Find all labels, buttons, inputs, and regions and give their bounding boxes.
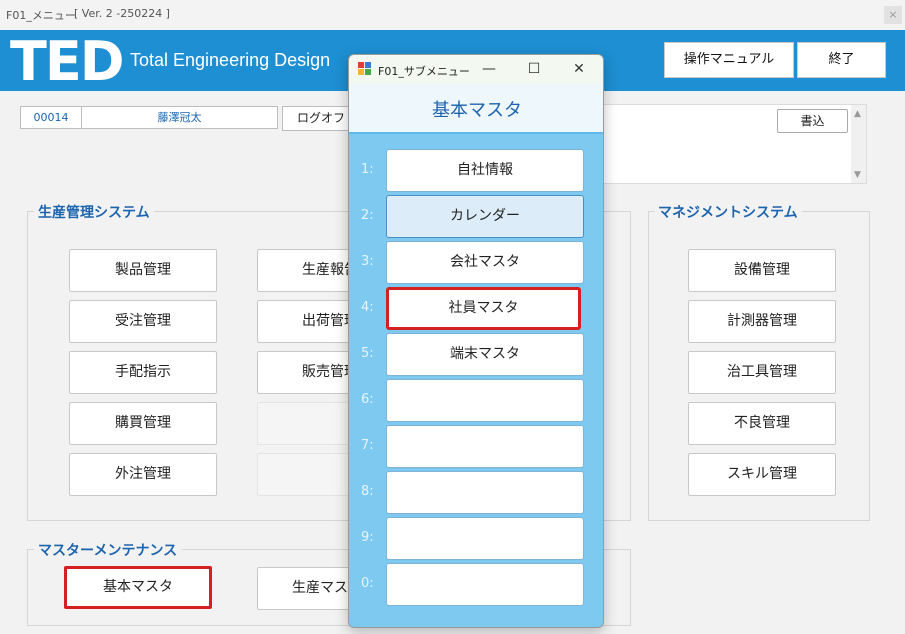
row-number: 0: bbox=[361, 576, 374, 591]
submenu-titlebar: F01_サブメニュー — ☐ ✕ bbox=[349, 55, 603, 84]
minimize-icon[interactable]: — bbox=[479, 59, 499, 79]
row-number: 5: bbox=[361, 346, 374, 361]
row-number: 1: bbox=[361, 162, 374, 177]
row-number: 9: bbox=[361, 530, 374, 545]
submenu-item-empty[interactable] bbox=[386, 517, 584, 560]
row-number: 2: bbox=[361, 208, 374, 223]
purchase-management-button[interactable]: 購買管理 bbox=[69, 402, 217, 445]
window-title: F01_メニュー bbox=[6, 9, 76, 22]
row-number: 3: bbox=[361, 254, 374, 269]
app-icon bbox=[358, 62, 372, 76]
production-group-title: 生産管理システム bbox=[34, 202, 154, 222]
submenu-item-empty[interactable] bbox=[386, 425, 584, 468]
skill-management-button[interactable]: スキル管理 bbox=[688, 453, 836, 496]
maintenance-group-title: マスターメンテナンス bbox=[34, 540, 182, 560]
submenu-item-company-master[interactable]: 会社マスタ bbox=[386, 241, 584, 284]
window-titlebar: F01_メニュー [ Ver. 2 -250224 ] × bbox=[0, 0, 905, 30]
maximize-icon[interactable]: ☐ bbox=[524, 59, 544, 79]
row-number: 7: bbox=[361, 438, 374, 453]
submenu-item-empty[interactable] bbox=[386, 471, 584, 514]
submenu-header: 基本マスタ bbox=[349, 84, 603, 134]
ted-logo: TED bbox=[10, 30, 125, 93]
submenu-heading: 基本マスタ bbox=[432, 100, 522, 121]
write-button[interactable]: 書込 bbox=[777, 109, 848, 133]
arrangement-button[interactable]: 手配指示 bbox=[69, 351, 217, 394]
scroll-up-icon[interactable]: ▲ bbox=[854, 109, 861, 119]
window-close-button[interactable]: × bbox=[884, 6, 902, 24]
row-number: 6: bbox=[361, 392, 374, 407]
submenu-item-terminal-master[interactable]: 端末マスタ bbox=[386, 333, 584, 376]
submenu-item-empty[interactable] bbox=[386, 563, 584, 606]
management-group-title: マネジメントシステム bbox=[654, 202, 802, 222]
header-divider bbox=[349, 132, 603, 134]
product-management-button[interactable]: 製品管理 bbox=[69, 249, 217, 292]
close-icon[interactable]: ✕ bbox=[569, 59, 589, 79]
instrument-management-button[interactable]: 計測器管理 bbox=[688, 300, 836, 343]
scroll-down-icon[interactable]: ▼ bbox=[854, 170, 861, 180]
exit-button[interactable]: 終了 bbox=[797, 42, 886, 78]
notes-scrollbar[interactable]: ▲ ▼ bbox=[851, 105, 866, 183]
user-id-field: 00014 bbox=[20, 106, 82, 129]
row-number: 8: bbox=[361, 484, 374, 499]
order-management-button[interactable]: 受注管理 bbox=[69, 300, 217, 343]
submenu-item-company-info[interactable]: 自社情報 bbox=[386, 149, 584, 192]
outsourcing-button[interactable]: 外注管理 bbox=[69, 453, 217, 496]
submenu-title: F01_サブメニュー bbox=[378, 65, 470, 78]
submenu-window: F01_サブメニュー — ☐ ✕ 基本マスタ 1: 自社情報 2: カレンダー … bbox=[348, 54, 604, 628]
tagline: Total Engineering Design bbox=[130, 50, 331, 70]
user-name-field: 藤澤冠太 bbox=[82, 106, 278, 129]
submenu-item-calendar[interactable]: カレンダー bbox=[386, 195, 584, 238]
tooling-management-button[interactable]: 治工具管理 bbox=[688, 351, 836, 394]
defect-management-button[interactable]: 不良管理 bbox=[688, 402, 836, 445]
submenu-item-empty[interactable] bbox=[386, 379, 584, 422]
equipment-management-button[interactable]: 設備管理 bbox=[688, 249, 836, 292]
manual-button[interactable]: 操作マニュアル bbox=[664, 42, 794, 78]
basic-master-button[interactable]: 基本マスタ bbox=[64, 566, 212, 609]
submenu-item-employee-master[interactable]: 社員マスタ bbox=[386, 287, 581, 330]
row-number: 4: bbox=[361, 300, 374, 315]
version-label: [ Ver. 2 -250224 ] bbox=[74, 7, 170, 20]
logout-button[interactable]: ログオフ bbox=[282, 106, 352, 131]
